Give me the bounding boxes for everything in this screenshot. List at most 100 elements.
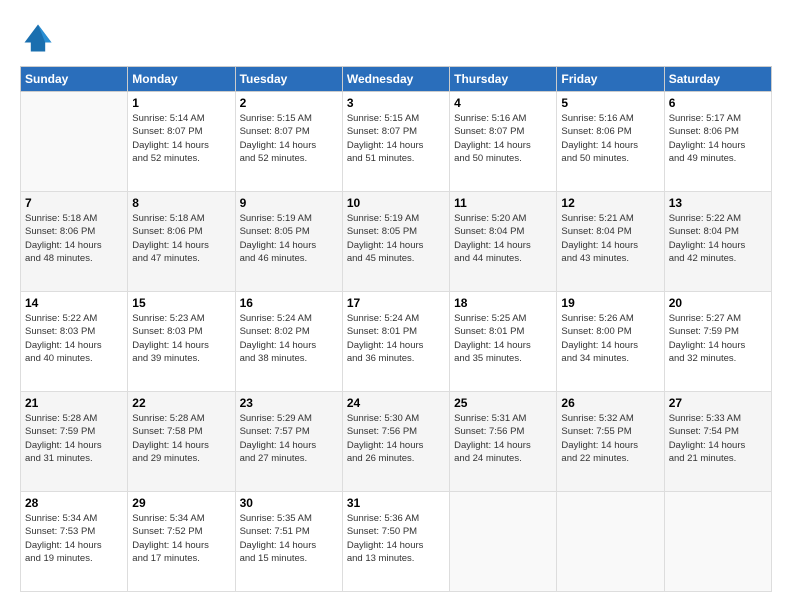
day-info: Sunrise: 5:14 AM Sunset: 8:07 PM Dayligh… <box>132 112 230 165</box>
calendar-cell: 24Sunrise: 5:30 AM Sunset: 7:56 PM Dayli… <box>342 392 449 492</box>
calendar-table: SundayMondayTuesdayWednesdayThursdayFrid… <box>20 66 772 592</box>
calendar-cell: 9 Sunrise: 5:19 AM Sunset: 8:05 PM Daylig… <box>235 192 342 292</box>
day-info: Sunrise: 5:18 AM Sunset: 8:06 PM Dayligh… <box>25 212 123 265</box>
day-number: 9 <box>240 196 338 210</box>
calendar-cell <box>450 492 557 592</box>
calendar-cell: 11 Sunrise: 5:20 AM Sunset: 8:04 PM Dayli… <box>450 192 557 292</box>
day-info: Sunrise: 5:18 AM Sunset: 8:06 PM Dayligh… <box>132 212 230 265</box>
calendar-cell: 19 Sunrise: 5:26 AM Sunset: 8:00 PM Dayli… <box>557 292 664 392</box>
day-info: Sunrise: 5:27 AM Sunset: 7:59 PM Dayligh… <box>669 312 767 365</box>
day-info: Sunrise: 5:36 AM Sunset: 7:50 PM Dayligh… <box>347 512 445 565</box>
calendar-cell: 22Sunrise: 5:28 AM Sunset: 7:58 PM Dayli… <box>128 392 235 492</box>
day-number: 23 <box>240 396 338 410</box>
calendar-cell: 6Sunrise: 5:17 AM Sunset: 8:06 PM Daylig… <box>664 92 771 192</box>
day-info: Sunrise: 5:19 AM Sunset: 8:05 PM Dayligh… <box>240 212 338 265</box>
day-info: Sunrise: 5:20 AM Sunset: 8:04 PM Dayligh… <box>454 212 552 265</box>
day-info: Sunrise: 5:16 AM Sunset: 8:07 PM Dayligh… <box>454 112 552 165</box>
day-number: 20 <box>669 296 767 310</box>
day-info: Sunrise: 5:28 AM Sunset: 7:59 PM Dayligh… <box>25 412 123 465</box>
day-number: 19 <box>561 296 659 310</box>
calendar-cell: 29Sunrise: 5:34 AM Sunset: 7:52 PM Dayli… <box>128 492 235 592</box>
day-info: Sunrise: 5:32 AM Sunset: 7:55 PM Dayligh… <box>561 412 659 465</box>
header <box>20 20 772 56</box>
day-info: Sunrise: 5:34 AM Sunset: 7:52 PM Dayligh… <box>132 512 230 565</box>
day-info: Sunrise: 5:16 AM Sunset: 8:06 PM Dayligh… <box>561 112 659 165</box>
calendar-cell <box>21 92 128 192</box>
day-number: 3 <box>347 96 445 110</box>
calendar-cell: 1 Sunrise: 5:14 AM Sunset: 8:07 PM Daylig… <box>128 92 235 192</box>
calendar-page: SundayMondayTuesdayWednesdayThursdayFrid… <box>0 0 792 612</box>
calendar-cell: 31 Sunrise: 5:36 AM Sunset: 7:50 PM Dayli… <box>342 492 449 592</box>
day-info: Sunrise: 5:24 AM Sunset: 8:02 PM Dayligh… <box>240 312 338 365</box>
day-info: Sunrise: 5:19 AM Sunset: 8:05 PM Dayligh… <box>347 212 445 265</box>
calendar-cell: 10 Sunrise: 5:19 AM Sunset: 8:05 PM Dayli… <box>342 192 449 292</box>
calendar-cell: 25 Sunrise: 5:31 AM Sunset: 7:56 PM Dayli… <box>450 392 557 492</box>
calendar-week-2: 7 Sunrise: 5:18 AM Sunset: 8:06 PM Daylig… <box>21 192 772 292</box>
day-info: Sunrise: 5:22 AM Sunset: 8:04 PM Dayligh… <box>669 212 767 265</box>
column-header-friday: Friday <box>557 67 664 92</box>
calendar-cell: 4 Sunrise: 5:16 AM Sunset: 8:07 PM Daylig… <box>450 92 557 192</box>
day-number: 6 <box>669 96 767 110</box>
column-header-sunday: Sunday <box>21 67 128 92</box>
calendar-cell: 5Sunrise: 5:16 AM Sunset: 8:06 PM Daylig… <box>557 92 664 192</box>
column-header-saturday: Saturday <box>664 67 771 92</box>
day-number: 16 <box>240 296 338 310</box>
day-number: 30 <box>240 496 338 510</box>
day-info: Sunrise: 5:22 AM Sunset: 8:03 PM Dayligh… <box>25 312 123 365</box>
day-number: 11 <box>454 196 552 210</box>
day-info: Sunrise: 5:21 AM Sunset: 8:04 PM Dayligh… <box>561 212 659 265</box>
day-number: 27 <box>669 396 767 410</box>
calendar-week-3: 14 Sunrise: 5:22 AM Sunset: 8:03 PM Dayli… <box>21 292 772 392</box>
calendar-cell: 30Sunrise: 5:35 AM Sunset: 7:51 PM Dayli… <box>235 492 342 592</box>
day-number: 28 <box>25 496 123 510</box>
day-info: Sunrise: 5:15 AM Sunset: 8:07 PM Dayligh… <box>240 112 338 165</box>
day-number: 31 <box>347 496 445 510</box>
logo <box>20 20 60 56</box>
calendar-cell <box>664 492 771 592</box>
day-number: 4 <box>454 96 552 110</box>
day-info: Sunrise: 5:25 AM Sunset: 8:01 PM Dayligh… <box>454 312 552 365</box>
day-number: 8 <box>132 196 230 210</box>
day-number: 13 <box>669 196 767 210</box>
column-header-tuesday: Tuesday <box>235 67 342 92</box>
calendar-cell: 21 Sunrise: 5:28 AM Sunset: 7:59 PM Dayli… <box>21 392 128 492</box>
day-number: 7 <box>25 196 123 210</box>
calendar-cell: 8 Sunrise: 5:18 AM Sunset: 8:06 PM Daylig… <box>128 192 235 292</box>
calendar-cell: 23Sunrise: 5:29 AM Sunset: 7:57 PM Dayli… <box>235 392 342 492</box>
calendar-cell: 12 Sunrise: 5:21 AM Sunset: 8:04 PM Dayli… <box>557 192 664 292</box>
calendar-cell: 18 Sunrise: 5:25 AM Sunset: 8:01 PM Dayli… <box>450 292 557 392</box>
column-header-wednesday: Wednesday <box>342 67 449 92</box>
day-number: 14 <box>25 296 123 310</box>
day-info: Sunrise: 5:26 AM Sunset: 8:00 PM Dayligh… <box>561 312 659 365</box>
calendar-cell: 7 Sunrise: 5:18 AM Sunset: 8:06 PM Daylig… <box>21 192 128 292</box>
day-number: 12 <box>561 196 659 210</box>
calendar-week-1: 1 Sunrise: 5:14 AM Sunset: 8:07 PM Daylig… <box>21 92 772 192</box>
calendar-cell: 28 Sunrise: 5:34 AM Sunset: 7:53 PM Dayli… <box>21 492 128 592</box>
calendar-cell: 13 Sunrise: 5:22 AM Sunset: 8:04 PM Dayli… <box>664 192 771 292</box>
calendar-header-row: SundayMondayTuesdayWednesdayThursdayFrid… <box>21 67 772 92</box>
day-info: Sunrise: 5:34 AM Sunset: 7:53 PM Dayligh… <box>25 512 123 565</box>
calendar-cell: 17Sunrise: 5:24 AM Sunset: 8:01 PM Dayli… <box>342 292 449 392</box>
column-header-monday: Monday <box>128 67 235 92</box>
day-info: Sunrise: 5:28 AM Sunset: 7:58 PM Dayligh… <box>132 412 230 465</box>
day-number: 10 <box>347 196 445 210</box>
day-info: Sunrise: 5:31 AM Sunset: 7:56 PM Dayligh… <box>454 412 552 465</box>
calendar-cell: 26 Sunrise: 5:32 AM Sunset: 7:55 PM Dayli… <box>557 392 664 492</box>
day-number: 17 <box>347 296 445 310</box>
calendar-week-4: 21 Sunrise: 5:28 AM Sunset: 7:59 PM Dayli… <box>21 392 772 492</box>
day-number: 26 <box>561 396 659 410</box>
calendar-cell: 27 Sunrise: 5:33 AM Sunset: 7:54 PM Dayli… <box>664 392 771 492</box>
day-info: Sunrise: 5:23 AM Sunset: 8:03 PM Dayligh… <box>132 312 230 365</box>
logo-icon <box>20 20 56 56</box>
day-number: 21 <box>25 396 123 410</box>
day-number: 25 <box>454 396 552 410</box>
day-info: Sunrise: 5:15 AM Sunset: 8:07 PM Dayligh… <box>347 112 445 165</box>
calendar-week-5: 28 Sunrise: 5:34 AM Sunset: 7:53 PM Dayli… <box>21 492 772 592</box>
day-info: Sunrise: 5:30 AM Sunset: 7:56 PM Dayligh… <box>347 412 445 465</box>
day-number: 15 <box>132 296 230 310</box>
day-number: 1 <box>132 96 230 110</box>
day-number: 2 <box>240 96 338 110</box>
day-info: Sunrise: 5:33 AM Sunset: 7:54 PM Dayligh… <box>669 412 767 465</box>
day-number: 18 <box>454 296 552 310</box>
calendar-cell: 2 Sunrise: 5:15 AM Sunset: 8:07 PM Daylig… <box>235 92 342 192</box>
